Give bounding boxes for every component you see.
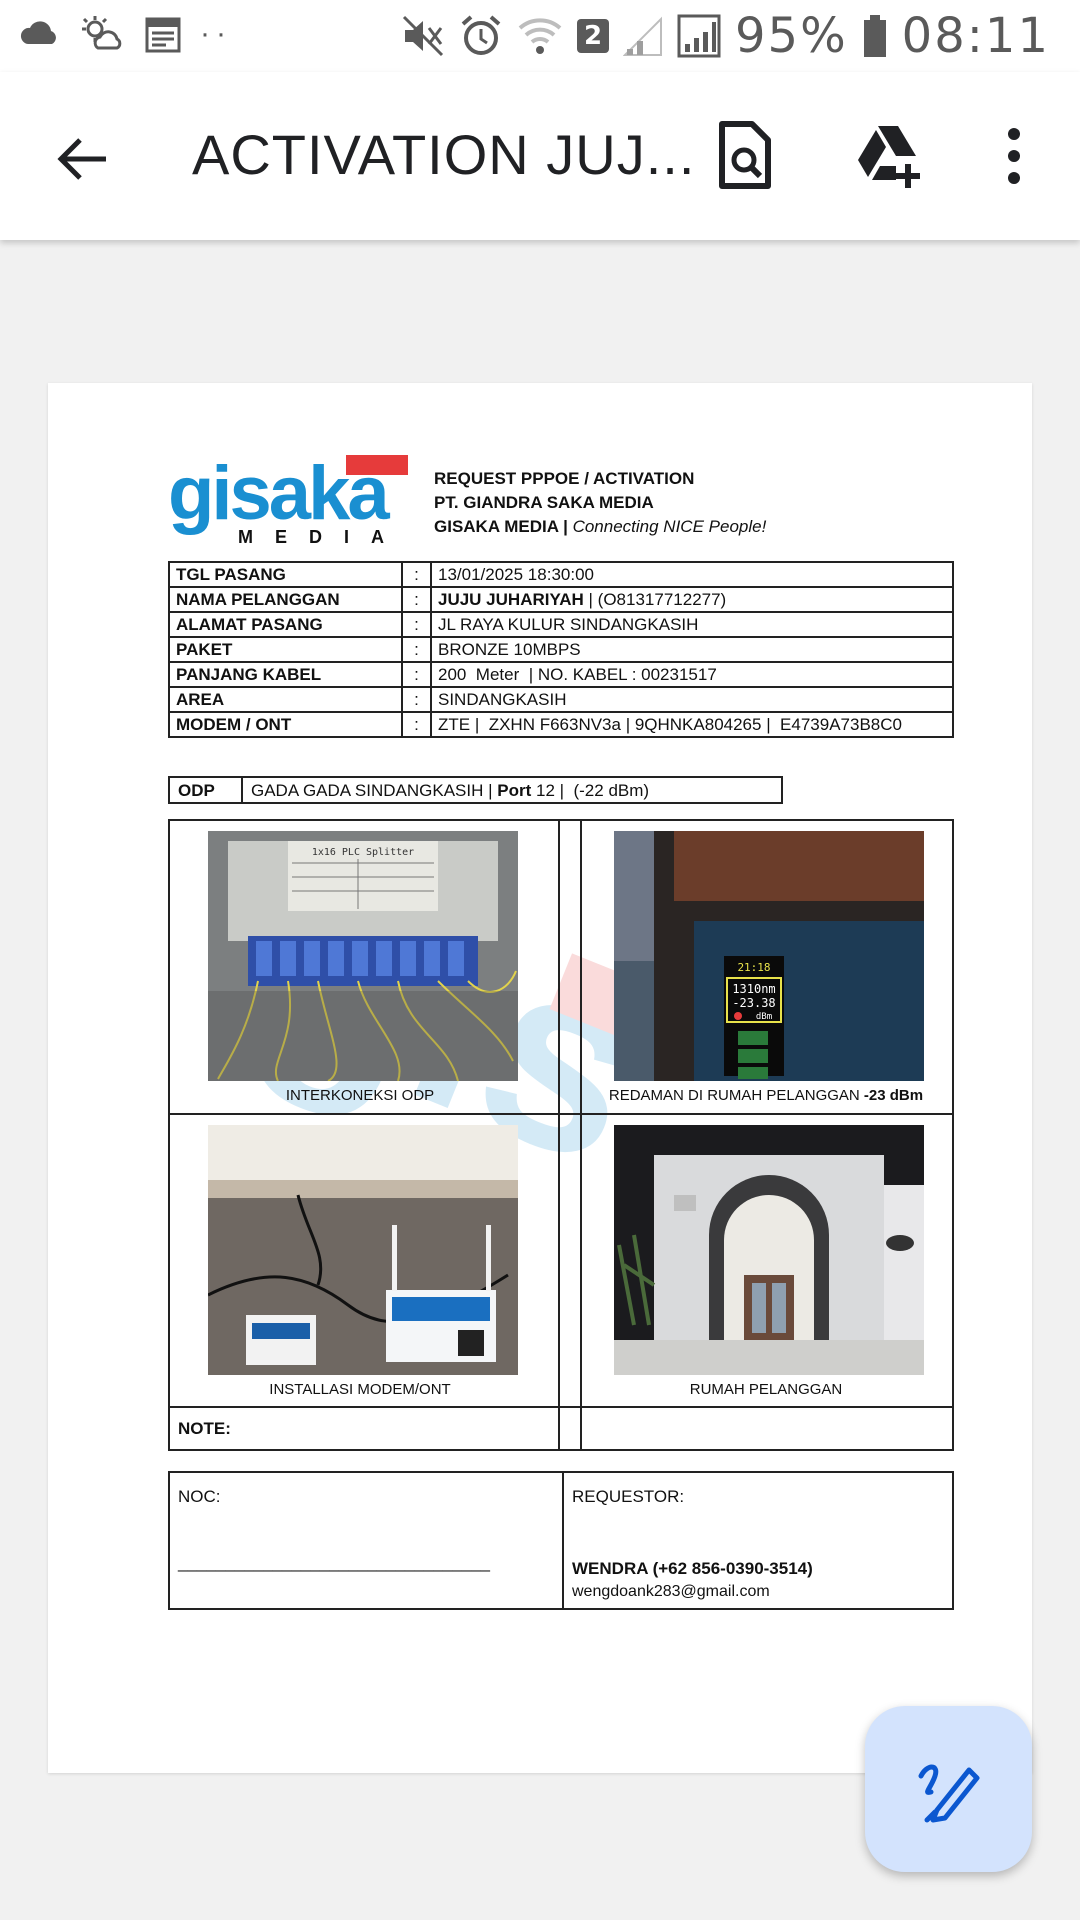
requestor-label: REQUESTOR: xyxy=(572,1487,685,1506)
row-key: NAMA PELANGGAN xyxy=(168,586,403,613)
signature-divider xyxy=(562,1473,564,1608)
odp-name: GADA GADA SINDANGKASIH | xyxy=(251,781,498,800)
caption-attenuation: REDAMAN DI RUMAH PELANGGAN -23 dBm xyxy=(576,1087,956,1104)
odp-port-value: 12 | (-22 dBm) xyxy=(531,781,650,800)
document-page: gisaka MEDIA REQUEST PPPOE / ACTIVATION … xyxy=(48,383,1032,1773)
battery-icon xyxy=(863,15,886,57)
row-key: PANJANG KABEL xyxy=(168,661,403,688)
table-row: NAMA PELANGGAN: JUJU JUHARIYAH | (O813177… xyxy=(168,586,954,613)
alarm-icon xyxy=(461,15,501,55)
photo-customer-house xyxy=(614,1125,924,1375)
row-sep: : xyxy=(401,561,432,588)
row-value: JL RAYA KULUR SINDANGKASIH xyxy=(430,611,954,638)
row-sep: : xyxy=(401,586,432,613)
meter-unit: dBm xyxy=(756,1012,772,1022)
grid-divider xyxy=(170,1406,952,1408)
customer-name: JUJU JUHARIYAH xyxy=(438,589,584,609)
weather-icon xyxy=(82,16,122,50)
table-row: ALAMAT PASANG: JL RAYA KULUR SINDANGKASIH xyxy=(168,611,954,638)
row-key: TGL PASANG xyxy=(168,561,403,588)
row-value: BRONZE 10MBPS xyxy=(430,636,954,663)
row-sep: : xyxy=(401,711,432,738)
requestor-name: WENDRA (+62 856-0390-3514) xyxy=(572,1559,813,1578)
table-row: MODEM / ONT: ZTE | ZXHN F663NV3a | 9QHNKA… xyxy=(168,711,954,738)
note-label: NOTE: xyxy=(178,1419,231,1438)
row-key: ALAMAT PASANG xyxy=(168,611,403,638)
row-value: JUJU JUHARIYAH | (O81317712277) xyxy=(430,586,954,613)
header-line-1: REQUEST PPPOE / ACTIVATION xyxy=(434,469,695,488)
odp-port-label: Port xyxy=(497,781,532,800)
caption-odp: INTERKONEKSI ODP xyxy=(285,1087,435,1104)
table-row: TGL PASANG:13/01/2025 18:30:00 xyxy=(168,561,954,588)
row-key: AREA xyxy=(168,686,403,713)
header-line-3: GISAKA MEDIA | xyxy=(434,517,568,536)
signal-icon xyxy=(622,16,662,56)
caption-attenuation-text: REDAMAN DI RUMAH PELANGGAN xyxy=(608,1087,864,1104)
signature-box: NOC: _________________________________ R… xyxy=(168,1471,954,1610)
signal-icon-2 xyxy=(677,14,721,58)
meter-wavelength: 1310nm xyxy=(732,982,775,996)
photo-grid: gis 1x16 PLC Splitter xyxy=(168,819,954,1451)
mute-icon xyxy=(402,15,444,57)
meter-value: -23.38 xyxy=(732,996,775,1010)
document-title: ACTIVATION JUJ... xyxy=(192,123,696,186)
noc-label: NOC: xyxy=(178,1487,221,1506)
form-header: gisaka MEDIA REQUEST PPPOE / ACTIVATION … xyxy=(168,453,954,563)
splitter-label: 1x16 PLC Splitter xyxy=(312,847,414,858)
noc-signature-line: _________________________________ xyxy=(178,1553,491,1572)
odp-label: ODP xyxy=(170,778,243,802)
meter-time: 21:18 xyxy=(737,961,770,974)
grid-divider xyxy=(170,1113,952,1115)
edit-pen-icon xyxy=(918,1764,980,1823)
header-text: REQUEST PPPOE / ACTIVATION PT. GIANDRA S… xyxy=(434,467,766,539)
drive-add-icon[interactable] xyxy=(852,120,924,192)
header-line-2: PT. GIANDRA SAKA MEDIA xyxy=(434,493,654,512)
calendar-icon xyxy=(145,17,181,53)
wifi-icon xyxy=(518,18,562,54)
customer-phone: | (O81317712277) xyxy=(583,589,727,609)
row-sep: : xyxy=(401,611,432,638)
caption-attenuation-value: -23 dBm xyxy=(863,1087,924,1104)
status-bar: ·· 2 95% 08:11 xyxy=(0,0,1080,72)
notification-dots: ·· xyxy=(200,17,232,50)
photo-modem-install xyxy=(208,1125,518,1375)
photo-odp-interconnect: 1x16 PLC Splitter xyxy=(208,831,518,1081)
battery-percent: 95% xyxy=(734,8,848,64)
clock: 08:11 xyxy=(901,8,1050,64)
row-key: MODEM / ONT xyxy=(168,711,403,738)
app-bar: ACTIVATION JUJ... xyxy=(0,72,1080,240)
table-row: PANJANG KABEL:200 Meter | NO. KABEL : 00… xyxy=(168,661,954,688)
more-vert-icon[interactable] xyxy=(978,120,1050,192)
row-value: SINDANGKASIH xyxy=(430,686,954,713)
caption-house: RUMAH PELANGGAN xyxy=(689,1381,843,1398)
row-sep: : xyxy=(401,661,432,688)
tagline: Connecting NICE People! xyxy=(572,517,767,536)
svg-text:gisaka: gisaka xyxy=(168,453,390,536)
row-sep: : xyxy=(401,686,432,713)
info-table: TGL PASANG:13/01/2025 18:30:00 NAMA PELA… xyxy=(168,561,954,738)
activation-form: gisaka MEDIA REQUEST PPPOE / ACTIVATION … xyxy=(168,453,954,1610)
svg-text:MEDIA: MEDIA xyxy=(238,527,406,545)
edit-fab-button[interactable] xyxy=(865,1706,1032,1872)
requestor-email: wengdoank283@gmail.com xyxy=(572,1583,770,1600)
row-key: PAKET xyxy=(168,636,403,663)
grid-divider xyxy=(558,821,560,1449)
table-row: AREA: SINDANGKASIH xyxy=(168,686,954,713)
grid-divider xyxy=(580,821,582,1449)
row-value: 200 Meter | NO. KABEL : 00231517 xyxy=(430,661,954,688)
cloud-icon xyxy=(20,21,56,44)
doc-search-icon[interactable] xyxy=(708,120,780,192)
row-value: 13/01/2025 18:30:00 xyxy=(430,561,954,588)
gisaka-logo: gisaka MEDIA xyxy=(168,453,408,545)
row-value: ZTE | ZXHN F663NV3a | 9QHNKA804265 | E47… xyxy=(430,711,954,738)
odp-value: GADA GADA SINDANGKASIH | Port 12 | (-22 … xyxy=(243,778,657,802)
back-arrow-icon[interactable] xyxy=(50,126,116,192)
caption-modem: INSTALLASI MODEM/ONT xyxy=(269,1381,451,1398)
row-sep: : xyxy=(401,636,432,663)
sim-badge: 2 xyxy=(576,19,609,53)
photo-signal-meter: 21:18 1310nm -23.38 dBm xyxy=(614,831,924,1081)
table-row: PAKET: BRONZE 10MBPS xyxy=(168,636,954,663)
odp-box: ODP GADA GADA SINDANGKASIH | Port 12 | (… xyxy=(168,776,783,804)
